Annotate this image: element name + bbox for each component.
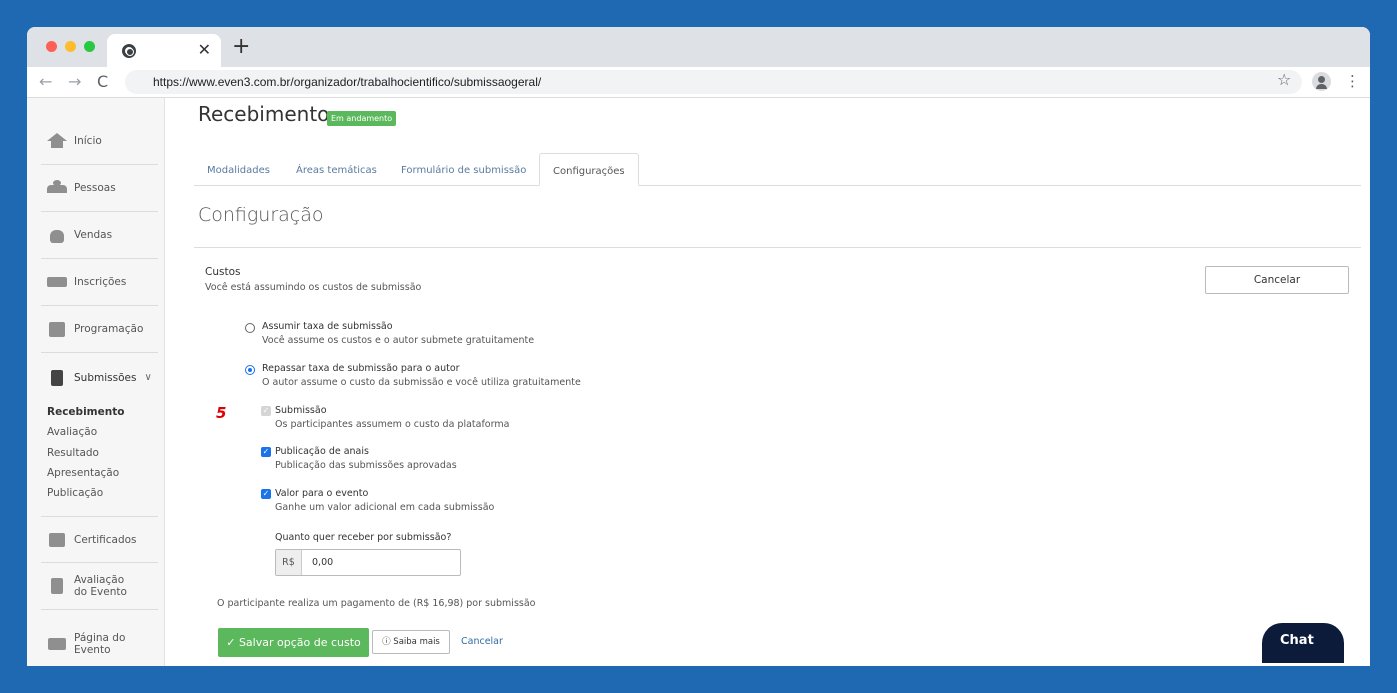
- tab-modalidades[interactable]: Modalidades: [207, 153, 270, 186]
- sidebar-item-label: Avaliação do Evento: [74, 574, 127, 598]
- sidebar-item-label: Vendas: [74, 229, 113, 241]
- back-arrow-icon[interactable]: ←: [39, 72, 52, 91]
- webpage-icon: [47, 636, 67, 652]
- checkbox-valor-evento[interactable]: ✓: [261, 489, 271, 499]
- sidebar-item-pessoas[interactable]: Pessoas: [41, 165, 158, 212]
- step-marker: 5: [216, 404, 227, 422]
- close-tab-icon[interactable]: ✕: [198, 40, 211, 59]
- option-submissao: Submissão Os participantes assumem o cus…: [275, 405, 509, 430]
- sidebar-item-submissoes[interactable]: Submissões ∨: [41, 354, 158, 401]
- profile-avatar-icon[interactable]: [1312, 72, 1331, 91]
- learn-more-button[interactable]: ⓘ Saiba mais: [372, 630, 450, 654]
- sidebar-item-programacao[interactable]: Programação: [41, 306, 158, 353]
- payment-info: O participante realiza um pagamento de (…: [217, 598, 536, 609]
- sidebar-item-label: Submissões: [74, 371, 137, 384]
- option-description: Ganhe um valor adicional em cada submiss…: [275, 502, 495, 513]
- url-input[interactable]: https://www.even3.com.br/organizador/tra…: [125, 70, 1302, 94]
- amount-input[interactable]: 0,00: [312, 557, 333, 568]
- chevron-down-icon[interactable]: ∨: [144, 372, 151, 383]
- browser-menu-icon[interactable]: ⋮: [1345, 72, 1360, 90]
- home-icon: [47, 133, 67, 149]
- custos-description: Você está assumindo os custos de submiss…: [205, 282, 422, 293]
- cancel-link[interactable]: Cancelar: [461, 636, 503, 647]
- calendar-icon: [47, 321, 67, 337]
- sidebar-item-inscricoes[interactable]: Inscrições: [41, 259, 158, 306]
- chat-widget-button[interactable]: Chat: [1262, 623, 1344, 663]
- tab-formulario-submissao[interactable]: Formulário de submissão: [401, 153, 526, 186]
- submenu-item-resultado[interactable]: Resultado: [47, 447, 124, 467]
- sidebar-item-pagina-evento[interactable]: Página do Evento: [41, 620, 158, 666]
- minimize-window-button[interactable]: [65, 41, 76, 52]
- tab-areas-tematicas[interactable]: Áreas temáticas: [296, 153, 377, 186]
- tab-configuracoes[interactable]: Configurações: [539, 153, 639, 186]
- option-label: Publicação de anais: [275, 446, 369, 457]
- option-description: O autor assume o custo da submissão e vo…: [262, 377, 581, 388]
- amount-question: Quanto quer receber por submissão?: [275, 532, 452, 543]
- option-label: Submissão: [275, 405, 327, 416]
- section-title: Configuração: [198, 204, 324, 226]
- browser-window: ✕ + ← → C https://www.even3.com.br/organ…: [27, 27, 1370, 666]
- sidebar-item-label: Certificados: [74, 533, 137, 546]
- sidebar-item-label: Programação: [74, 323, 144, 335]
- option-label: Valor para o evento: [275, 488, 369, 499]
- sidebar-item-certificados[interactable]: Certificados: [41, 516, 158, 563]
- main-content: Recebimento Em andamento Modalidades Áre…: [165, 98, 1370, 666]
- sidebar-item-label: Início: [74, 135, 102, 147]
- window-controls: [46, 41, 95, 52]
- checkbox-publicacao-anais[interactable]: ✓: [261, 447, 271, 457]
- option-publicacao: Publicação de anais Publicação das submi…: [275, 446, 457, 471]
- certificate-icon: [47, 532, 67, 548]
- ticket-icon: [47, 274, 67, 290]
- forward-arrow-icon[interactable]: →: [68, 72, 81, 91]
- reload-icon[interactable]: C: [97, 72, 108, 91]
- sidebar: Início Pessoas Vendas Inscrições Program…: [27, 98, 165, 666]
- people-icon: [47, 180, 67, 196]
- chrome-favicon-icon: [122, 44, 136, 58]
- document-icon: [47, 369, 67, 386]
- option-repassar: Repassar taxa de submissão para o autor …: [262, 363, 581, 388]
- save-cost-option-button[interactable]: ✓ Salvar opção de custo: [218, 628, 369, 657]
- section-divider: [194, 247, 1361, 248]
- tab-bar: ✕ +: [27, 27, 1370, 67]
- maximize-window-button[interactable]: [84, 41, 95, 52]
- close-window-button[interactable]: [46, 41, 57, 52]
- tab-strip: Modalidades Áreas temáticas Formulário d…: [194, 153, 1361, 186]
- amount-input-group: R$ 0,00: [275, 549, 461, 576]
- checkbox-submissao: ✓: [261, 406, 271, 416]
- page-title: Recebimento: [198, 102, 330, 126]
- status-badge: Em andamento: [327, 111, 397, 126]
- sidebar-item-avaliacao-evento[interactable]: Avaliação do Evento: [41, 563, 158, 610]
- new-tab-button[interactable]: +: [232, 34, 250, 59]
- radio-repassar-taxa[interactable]: [245, 365, 255, 375]
- sidebar-item-label: Pessoas: [74, 182, 116, 194]
- submenu-item-recebimento[interactable]: Recebimento: [47, 406, 124, 426]
- option-label: Repassar taxa de submissão para o autor: [262, 363, 460, 374]
- clipboard-icon: [47, 578, 67, 594]
- option-assumir: Assumir taxa de submissão Você assume os…: [262, 321, 534, 346]
- option-valor: Valor para o evento Ganhe um valor adici…: [275, 488, 494, 513]
- sidebar-item-label: Inscrições: [74, 276, 127, 288]
- sidebar-item-label: Página do Evento: [74, 631, 126, 656]
- custos-heading: Custos: [205, 266, 241, 278]
- address-bar-row: ← → C https://www.even3.com.br/organizad…: [27, 67, 1370, 98]
- option-label: Assumir taxa de submissão: [262, 321, 393, 332]
- radio-assumir-taxa[interactable]: [245, 323, 255, 333]
- option-description: Publicação das submissões aprovadas: [275, 460, 457, 471]
- option-description: Você assume os custos e o autor submete …: [262, 335, 535, 346]
- browser-tab[interactable]: ✕: [107, 34, 221, 67]
- cancel-button[interactable]: Cancelar: [1205, 266, 1349, 294]
- option-description: Os participantes assumem o custo da plat…: [275, 419, 510, 430]
- currency-addon: R$: [276, 550, 302, 575]
- sidebar-item-inicio[interactable]: Início: [41, 118, 158, 165]
- chat-label: Chat: [1280, 633, 1314, 648]
- bookmark-star-icon[interactable]: ☆: [1277, 70, 1291, 89]
- money-bag-icon: [47, 227, 67, 243]
- submenu-item-apresentacao[interactable]: Apresentação: [47, 467, 124, 487]
- sidebar-item-vendas[interactable]: Vendas: [41, 212, 158, 259]
- submissoes-submenu: Recebimento Avaliação Resultado Apresent…: [47, 406, 124, 507]
- submenu-item-avaliacao[interactable]: Avaliação: [47, 426, 124, 446]
- submenu-item-publicacao[interactable]: Publicação: [47, 487, 124, 507]
